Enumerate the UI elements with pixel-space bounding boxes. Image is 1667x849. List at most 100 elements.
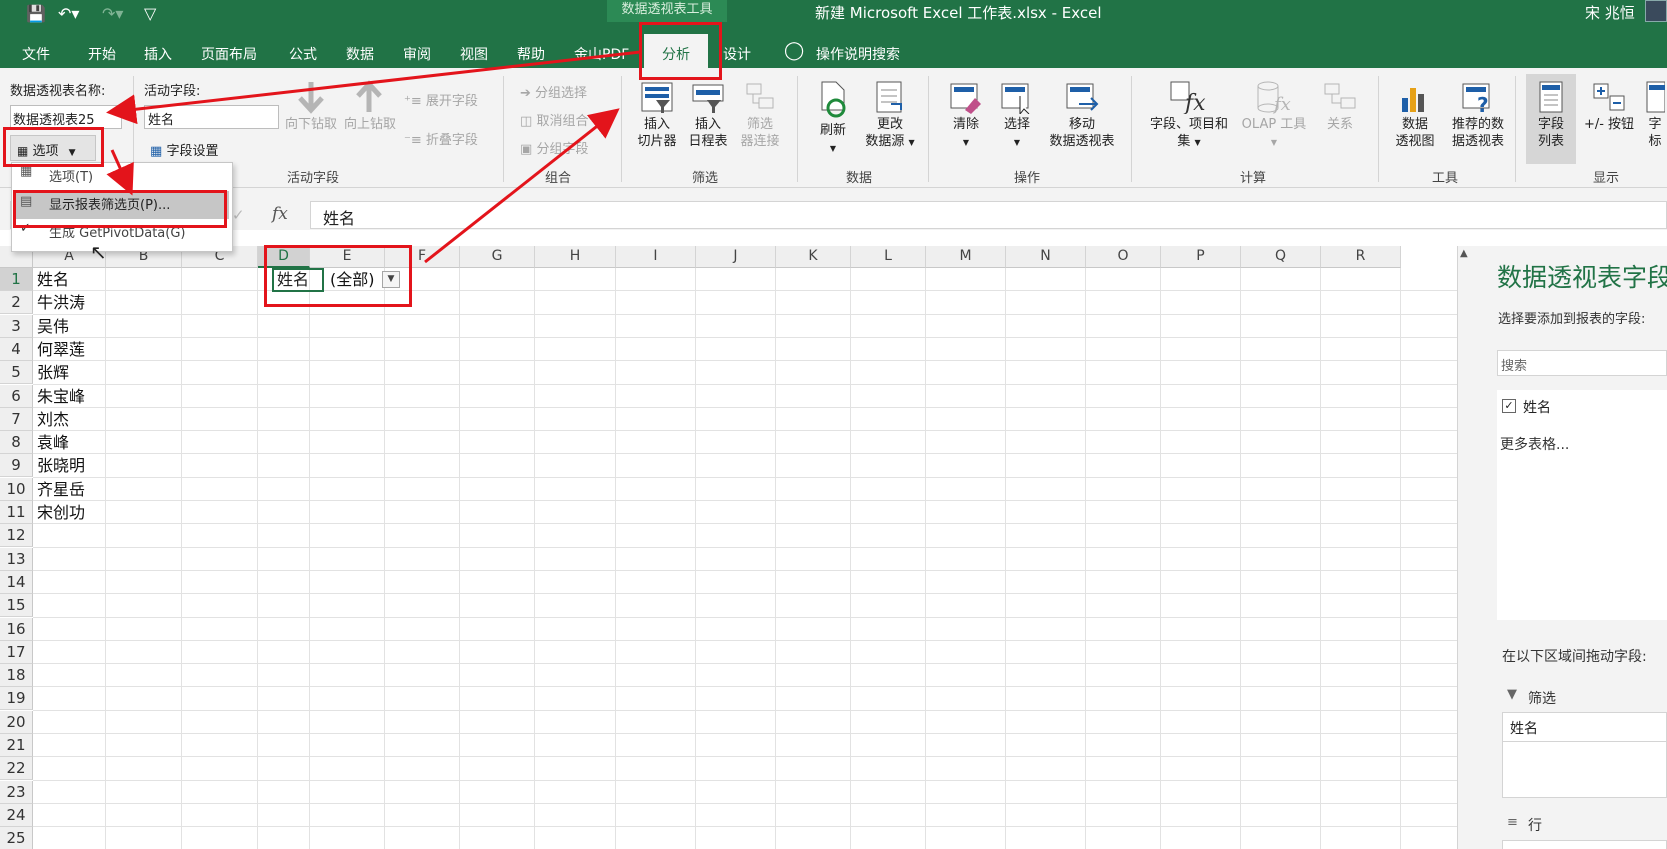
row-header-11[interactable]: 11: [0, 501, 33, 524]
tab-design[interactable]: 设计: [723, 44, 751, 64]
cell-a9[interactable]: 张晓明: [37, 454, 85, 477]
column-header-j[interactable]: J: [696, 246, 776, 268]
field-headers-button[interactable]: 字 标: [1644, 80, 1666, 150]
customize-quick-access-icon[interactable]: ▽: [144, 4, 156, 23]
insert-slicer-button[interactable]: 插入 切片器: [632, 80, 682, 150]
row-header-8[interactable]: 8: [0, 431, 33, 455]
collapse-field-button[interactable]: ⁻≡ 折叠字段: [404, 129, 478, 148]
column-header-r[interactable]: R: [1321, 246, 1401, 268]
row-header-2[interactable]: 2: [0, 291, 33, 315]
row-header-23[interactable]: 23: [0, 780, 33, 804]
cell-a2[interactable]: 牛洪涛: [37, 291, 85, 314]
plus-minus-buttons-button[interactable]: +/- 按钮: [1580, 80, 1638, 133]
row-header-24[interactable]: 24: [0, 803, 33, 827]
column-header-m[interactable]: M: [926, 246, 1006, 268]
column-header-i[interactable]: I: [616, 246, 696, 268]
user-name[interactable]: 宋 兆恒: [1585, 2, 1635, 23]
column-header-l[interactable]: L: [851, 246, 926, 268]
row-header-18[interactable]: 18: [0, 664, 33, 688]
column-header-o[interactable]: O: [1086, 246, 1161, 268]
expand-field-button[interactable]: ⁺≡ 展开字段: [404, 90, 478, 109]
olap-tools-button[interactable]: fx OLAP 工具 ▼: [1238, 80, 1310, 151]
row-header-3[interactable]: 3: [0, 314, 33, 338]
group-selection-button[interactable]: ➔ 分组选择: [520, 82, 587, 101]
row-header-10[interactable]: 10: [0, 477, 33, 501]
cell-a4[interactable]: 何翠莲: [37, 338, 85, 361]
field-checkbox[interactable]: ✓: [1502, 399, 1516, 413]
tab-page-layout[interactable]: 页面布局: [201, 44, 257, 64]
avatar[interactable]: [1645, 0, 1667, 22]
recommended-pivots-button[interactable]: ? 推荐的数 据透视表: [1443, 80, 1513, 150]
row-header-14[interactable]: 14: [0, 570, 33, 594]
move-pivot-button[interactable]: 移动 数据透视表: [1042, 80, 1122, 150]
select-button[interactable]: 选择 ▼: [995, 80, 1039, 151]
pivot-chart-button[interactable]: 数据 透视图: [1390, 80, 1440, 150]
tell-me-search[interactable]: 操作说明搜索: [816, 44, 900, 64]
field-settings-button[interactable]: ▦ 字段设置: [150, 140, 218, 159]
row-header-12[interactable]: 12: [0, 524, 33, 548]
tab-review[interactable]: 审阅: [403, 44, 431, 64]
tab-insert[interactable]: 插入: [144, 44, 172, 64]
column-header-p[interactable]: P: [1161, 246, 1241, 268]
change-source-button[interactable]: 更改 数据源 ▼: [860, 80, 920, 151]
cell-a5[interactable]: 张辉: [37, 361, 69, 384]
enter-check-icon[interactable]: ✓: [232, 206, 245, 224]
field-list-button[interactable]: 字段 列表: [1526, 80, 1576, 150]
tab-help[interactable]: 帮助: [517, 44, 545, 64]
row-header-20[interactable]: 20: [0, 710, 33, 734]
row-header-7[interactable]: 7: [0, 407, 33, 431]
row-header-22[interactable]: 22: [0, 757, 33, 781]
scroll-up-arrow-icon[interactable]: ▲: [1460, 248, 1468, 259]
insert-timeline-button[interactable]: 插入 日程表: [683, 80, 733, 150]
group-field-button[interactable]: ▣ 分组字段: [520, 138, 588, 157]
column-header-h[interactable]: H: [535, 246, 616, 268]
column-header-k[interactable]: K: [776, 246, 851, 268]
formula-input[interactable]: 姓名: [310, 201, 1667, 229]
drill-down-button[interactable]: 向下钻取: [282, 80, 340, 133]
active-field-input[interactable]: 姓名: [144, 105, 279, 129]
tab-view[interactable]: 视图: [460, 44, 488, 64]
filter-area-item[interactable]: 姓名: [1502, 712, 1667, 742]
column-header-q[interactable]: Q: [1241, 246, 1321, 268]
cell-a7[interactable]: 刘杰: [37, 408, 69, 431]
redo-icon[interactable]: ↷▾: [102, 4, 123, 23]
row-header-1[interactable]: 1: [0, 268, 33, 291]
row-header-6[interactable]: 6: [0, 384, 33, 408]
row-header-13[interactable]: 13: [0, 547, 33, 571]
refresh-button[interactable]: 刷新 ▼: [808, 80, 858, 157]
row-header-16[interactable]: 16: [0, 617, 33, 641]
row-header-15[interactable]: 15: [0, 594, 33, 618]
row-header-5[interactable]: 5: [0, 361, 33, 385]
row-header-4[interactable]: 4: [0, 337, 33, 361]
vertical-scrollbar[interactable]: [1457, 246, 1475, 849]
tab-kingsoft-pdf[interactable]: 金山PDF: [574, 44, 629, 64]
more-tables-link[interactable]: 更多表格...: [1500, 434, 1569, 454]
cell-a6[interactable]: 朱宝峰: [37, 385, 85, 408]
row-header-9[interactable]: 9: [0, 454, 33, 478]
insert-function-icon[interactable]: fx: [272, 204, 288, 224]
row-header-21[interactable]: 21: [0, 734, 33, 757]
tab-data[interactable]: 数据: [346, 44, 374, 64]
cell-a3[interactable]: 吴伟: [37, 315, 69, 338]
row-header-17[interactable]: 17: [0, 640, 33, 664]
tab-formulas[interactable]: 公式: [289, 44, 317, 64]
tab-home[interactable]: 开始: [88, 44, 116, 64]
cell-a1[interactable]: 姓名: [37, 268, 69, 291]
row-header-19[interactable]: 19: [0, 687, 33, 711]
cell-a8[interactable]: 袁峰: [37, 431, 69, 454]
pane-search-input[interactable]: 搜索: [1497, 350, 1667, 376]
tab-file[interactable]: 文件: [22, 44, 50, 64]
relationships-button[interactable]: 关系: [1318, 80, 1362, 133]
filter-connections-button[interactable]: 筛选 器连接: [735, 80, 785, 150]
undo-icon[interactable]: ↶▾: [58, 4, 79, 23]
save-icon[interactable]: 💾: [26, 4, 46, 23]
pivot-name-input[interactable]: 数据透视表25: [10, 105, 122, 129]
column-header-g[interactable]: G: [460, 246, 535, 268]
menu-item-options[interactable]: 选项(T): [49, 166, 93, 185]
ungroup-button[interactable]: ◫ 取消组合: [520, 110, 588, 129]
field-name[interactable]: 姓名: [1523, 397, 1551, 417]
row-header-25[interactable]: 25: [0, 827, 33, 849]
column-header-n[interactable]: N: [1006, 246, 1086, 268]
clear-button[interactable]: 清除 ▼: [944, 80, 988, 151]
cell-a10[interactable]: 齐星岳: [37, 478, 85, 501]
